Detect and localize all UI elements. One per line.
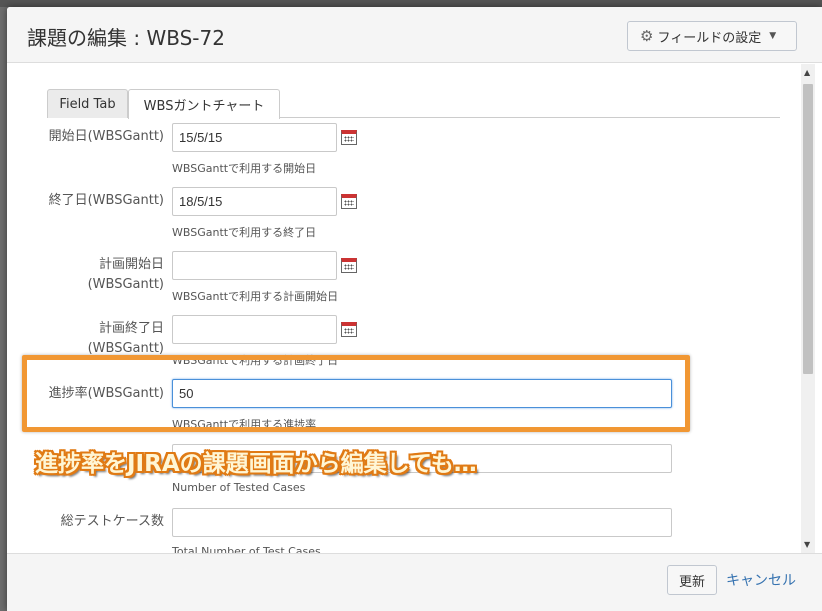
tab-bar: Field Tab WBSガントチャート: [47, 83, 780, 119]
end-date-label: 終了日(WBSGantt): [48, 193, 164, 208]
highlight-frame: [22, 355, 690, 432]
tested-cases-help: Number of Tested Cases: [172, 481, 306, 494]
field-config-button[interactable]: ⚙ フィールドの設定 ▼: [627, 21, 797, 51]
planned-end-input[interactable]: [172, 315, 337, 344]
cancel-link[interactable]: キャンセル: [726, 570, 796, 590]
planned-end-label: 計画終了日 (WBSGantt): [88, 319, 164, 359]
dialog-title: 課題の編集 : WBS-72: [27, 26, 225, 50]
dialog-body: Field Tab WBSガントチャート 開始日(WBSGantt) WBSGa…: [7, 64, 822, 553]
annotation-caption: 進捗率をJIRAの課題画面から編集しても…: [35, 451, 477, 477]
calendar-icon[interactable]: [341, 130, 357, 145]
scroll-up-icon[interactable]: ▲: [804, 68, 810, 77]
planned-end-label-line1: 計画終了日: [98, 321, 164, 336]
calendar-icon[interactable]: [341, 258, 357, 273]
gear-icon: ⚙: [640, 27, 654, 45]
planned-start-label-line1: 計画開始日: [98, 257, 164, 272]
tab-field-tab[interactable]: Field Tab: [47, 89, 128, 118]
end-date-help: WBSGanttで利用する終了日: [172, 226, 317, 239]
tab-wbs-gantt[interactable]: WBSガントチャート: [128, 89, 280, 119]
planned-start-label-line2: (WBSGantt): [87, 277, 164, 292]
dialog-footer: 更新 キャンセル: [7, 553, 822, 611]
planned-start-label: 計画開始日 (WBSGantt): [88, 255, 164, 295]
total-cases-label: 総テストケース数: [60, 514, 164, 529]
total-cases-input[interactable]: [172, 508, 672, 537]
planned-start-help: WBSGanttで利用する計画開始日: [172, 290, 339, 303]
field-config-label: フィールドの設定: [657, 30, 762, 46]
calendar-icon[interactable]: [341, 194, 357, 209]
start-date-help: WBSGanttで利用する開始日: [172, 162, 317, 175]
calendar-icon[interactable]: [341, 322, 357, 337]
start-date-label: 開始日(WBSGantt): [48, 129, 164, 144]
edit-issue-dialog: 課題の編集 : WBS-72 ⚙ フィールドの設定 ▼ Field Tab WB…: [7, 7, 822, 611]
background-topbar: [0, 0, 822, 7]
end-date-input[interactable]: [172, 187, 337, 216]
start-date-input[interactable]: [172, 123, 337, 152]
chevron-down-icon: ▼: [769, 31, 777, 41]
planned-start-input[interactable]: [172, 251, 337, 280]
update-button[interactable]: 更新: [667, 565, 717, 595]
dialog-header: 課題の編集 : WBS-72 ⚙ フィールドの設定 ▼: [7, 7, 822, 63]
scrollbar[interactable]: ▲ ▼: [801, 64, 815, 553]
total-cases-help: Total Number of Test Cases: [172, 545, 321, 553]
scroll-down-icon[interactable]: ▼: [804, 540, 810, 549]
scroll-thumb[interactable]: [803, 84, 813, 374]
